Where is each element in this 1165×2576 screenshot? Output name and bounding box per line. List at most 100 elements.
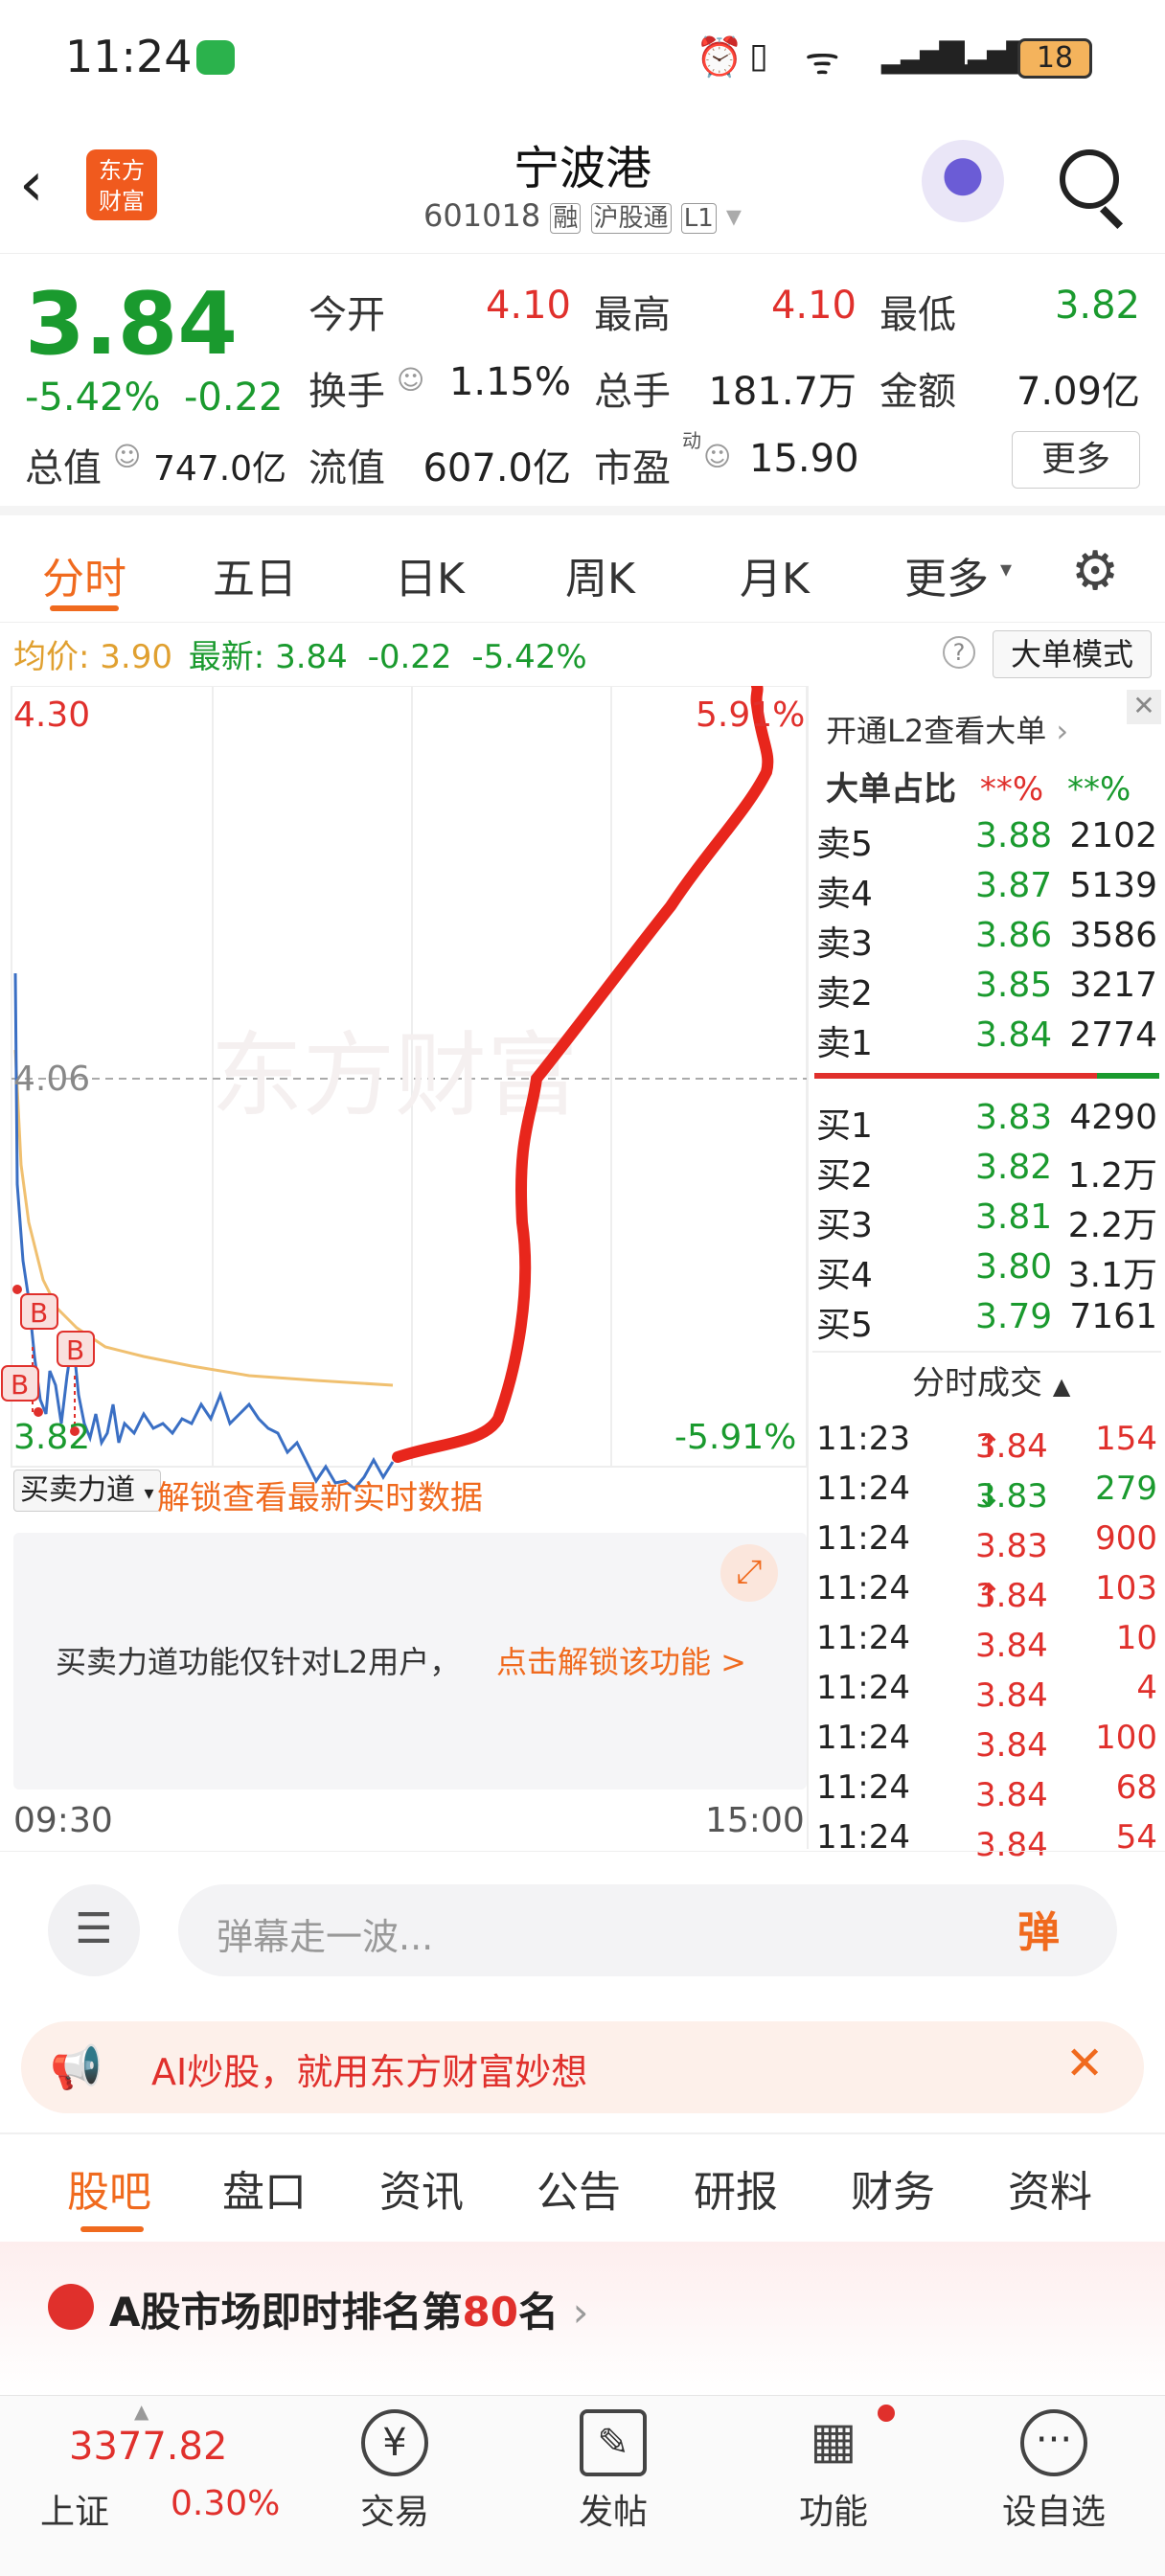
bid-price: 3.82 xyxy=(975,1148,1053,1187)
subtab-pankou[interactable]: 盘口 xyxy=(222,2157,307,2219)
tab-daily-k[interactable]: 日K xyxy=(395,544,465,605)
notification-dot xyxy=(878,2405,895,2422)
trade-row: 11:24 3.84 100 xyxy=(814,1711,1161,1765)
trade-time: 11:24 xyxy=(816,1719,910,1757)
trade-row: 11:24 3.83 900 xyxy=(814,1512,1161,1565)
nav-post-label: 发帖 xyxy=(578,2493,648,2532)
info-icon-pe[interactable]: ☺ xyxy=(703,441,731,472)
ask-row-4[interactable]: 卖4 3.87 5139 xyxy=(814,860,1161,914)
ask-label: 卖2 xyxy=(816,974,873,1014)
chevron-right-icon: › xyxy=(1056,713,1069,749)
quote-panel: 3.84 -5.42% -0.22 今开 4.10 最高 4.10 最低 3.8… xyxy=(0,255,1165,515)
nav-trade[interactable]: ¥ 交易 xyxy=(318,2409,471,2534)
bid-volume: 2.2万 xyxy=(1067,1206,1157,1245)
open-label: 今开 xyxy=(308,293,385,337)
wifi-icon: ᯤ xyxy=(805,39,840,83)
robot-avatar[interactable] xyxy=(922,140,1004,222)
index-value[interactable]: 3377.82 xyxy=(69,2425,227,2469)
mktcap-label: 总值 xyxy=(25,446,102,490)
big-order-ratio: 大单占比 **% **% xyxy=(826,763,1131,809)
tab-monthly-k[interactable]: 月K xyxy=(740,544,810,605)
ask-row-2[interactable]: 卖2 3.85 3217 xyxy=(814,960,1161,1014)
subtab-research[interactable]: 研报 xyxy=(694,2157,778,2219)
trade-row: 11:24 3.84 4 xyxy=(814,1661,1161,1715)
unlock-realtime-link[interactable]: 解锁查看最新实时数据 xyxy=(157,1471,483,1518)
bid-row-3[interactable]: 买3 3.81 2.2万 xyxy=(814,1192,1161,1245)
trade-row: 11:24 3.84 10 xyxy=(814,1611,1161,1665)
status-bar: 11:24 ⏰ ▯ ᯤ ▂▃▅▇ ▂▃▅▇ 18 xyxy=(0,0,1165,115)
subtab-announcement[interactable]: 公告 xyxy=(537,2157,621,2219)
help-icon[interactable]: ? xyxy=(943,636,975,669)
subtab-news[interactable]: 资讯 xyxy=(379,2157,464,2219)
danmu-input[interactable]: 弹幕走一波... 弹 xyxy=(178,1884,1117,1976)
ask-row-5[interactable]: 卖5 3.88 2102 xyxy=(814,810,1161,864)
latest-label: 最新: xyxy=(188,638,265,676)
info-icon-turnover[interactable]: ☺ xyxy=(397,364,424,396)
index-caret-icon: ▲ xyxy=(134,2400,149,2423)
big-order-mode-button[interactable]: 大单模式 xyxy=(993,630,1152,678)
nav-add-watchlist[interactable]: ··· 设自选 xyxy=(977,2409,1131,2534)
ranking-text: A股市场即时排名第80名 › xyxy=(109,2280,588,2338)
subtab-profile[interactable]: 资料 xyxy=(1008,2157,1092,2219)
chart-tabs: 分时 五日 日K 周K 月K 更多 ▾ ⚙ xyxy=(0,517,1165,623)
chevron-down-icon[interactable]: ▾ xyxy=(726,197,742,234)
vibrate-icon: ▯ xyxy=(749,36,768,76)
tab-intraday[interactable]: 分时 xyxy=(42,544,126,605)
ai-banner-close-icon[interactable]: ✕ xyxy=(1065,2037,1104,2090)
chart-summary: 均价: 3.90 最新: 3.84 -0.22 -5.42% xyxy=(13,630,587,677)
danmu-button[interactable]: 弹 xyxy=(1017,1898,1060,1959)
ask-row-3[interactable]: 卖3 3.86 3586 xyxy=(814,910,1161,964)
buy-marker-1: B xyxy=(30,1297,48,1329)
more-button[interactable]: 更多 xyxy=(1012,431,1140,489)
bid-volume: 3.1万 xyxy=(1067,1256,1157,1295)
pct-axis-bottom: -5.91% xyxy=(674,1418,797,1457)
ask-volume: 5139 xyxy=(1069,866,1157,905)
bid-row-4[interactable]: 买4 3.80 3.1万 xyxy=(814,1242,1161,1295)
search-icon[interactable] xyxy=(1060,149,1119,209)
latest-pct: -5.42% xyxy=(471,638,587,676)
tab-five-day[interactable]: 五日 xyxy=(213,544,297,605)
mktcap-value: 747.0亿 xyxy=(153,449,287,489)
bid-row-2[interactable]: 买2 3.82 1.2万 xyxy=(814,1142,1161,1196)
trade-arrow: ↑ xyxy=(975,1427,1003,1466)
index-name: 上证 xyxy=(40,2493,110,2532)
bid-row-5[interactable]: 买5 3.79 7161 xyxy=(814,1291,1161,1345)
ai-banner[interactable]: 📢 AI炒股，就用东方财富妙想 ✕ xyxy=(21,2021,1144,2113)
bid-row-1[interactable]: 买1 3.83 4290 xyxy=(814,1092,1161,1146)
nav-post[interactable]: ✎ 发帖 xyxy=(537,2409,690,2534)
intraday-chart[interactable]: 东方财富 B B B xyxy=(0,686,810,1529)
badge-rong: 融 xyxy=(550,203,582,234)
subtab-guba[interactable]: 股吧 xyxy=(67,2157,151,2219)
pe-value: 15.90 xyxy=(749,437,859,481)
subtab-finance[interactable]: 财务 xyxy=(851,2157,935,2219)
settings-gear-icon[interactable]: ⚙ xyxy=(1071,540,1119,603)
ranking-card[interactable]: A股市场即时排名第80名 › xyxy=(0,2242,1165,2395)
y-axis-mid: 4.06 xyxy=(13,1060,91,1099)
ask-row-1[interactable]: 卖1 3.84 2774 xyxy=(814,1010,1161,1063)
force-unlock-link[interactable]: 点击解锁该功能 > xyxy=(496,1638,746,1682)
danmu-settings-icon[interactable]: ☰ xyxy=(48,1884,140,1976)
l2-link-text: 开通L2查看大单 xyxy=(826,713,1047,749)
ai-banner-text: AI炒股，就用东方财富妙想 xyxy=(151,2051,588,2093)
grid-icon: ▦ xyxy=(810,2412,857,2470)
tab-weekly-k[interactable]: 周K xyxy=(565,544,635,605)
force-dropdown[interactable]: 买卖力道 ▾ xyxy=(13,1470,161,1512)
close-icon[interactable]: ✕ xyxy=(1127,690,1161,724)
big-order-sell: **% xyxy=(1066,770,1131,809)
expand-icon[interactable]: ⤢ xyxy=(720,1544,778,1602)
nav-functions[interactable]: ▦ 功能 xyxy=(757,2409,910,2534)
float-label: 流值 xyxy=(308,446,385,490)
big-order-buy: **% xyxy=(979,770,1044,809)
info-icon-mktcap[interactable]: ☺ xyxy=(113,441,141,472)
tab-more[interactable]: 更多 xyxy=(904,544,989,605)
trade-price-value: 3.84 xyxy=(975,1627,1048,1665)
tab-active-indicator xyxy=(50,605,119,611)
latest-value: 3.84 xyxy=(275,638,348,676)
trades-title-text: 分时成交 xyxy=(912,1364,1042,1402)
l2-link[interactable]: 开通L2查看大单 › xyxy=(826,707,1068,751)
trades-title[interactable]: 分时成交 ▲ xyxy=(912,1356,1070,1403)
index-pct: 0.30% xyxy=(171,2484,281,2523)
ranking-prefix: A股市场即时排名第 xyxy=(109,2289,463,2336)
badge-level: L1 xyxy=(680,203,717,234)
amount-label: 金额 xyxy=(879,370,956,414)
